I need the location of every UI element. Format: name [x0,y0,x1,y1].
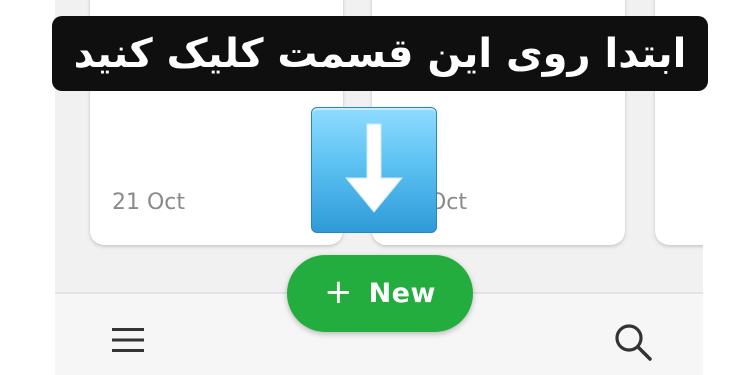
new-button-label: New [368,278,436,309]
plus-icon: + [324,271,353,312]
new-note-button[interactable]: + New [287,255,473,332]
arrow-down-icon [311,107,437,233]
banner-text: ابتدا روی این قسمت کلیک کنید [73,30,687,77]
hamburger-menu-icon[interactable] [112,327,144,353]
instruction-banner: ابتدا روی این قسمت کلیک کنید [52,16,708,91]
search-icon[interactable] [613,322,653,362]
note-date: 21 Oct [112,190,186,215]
